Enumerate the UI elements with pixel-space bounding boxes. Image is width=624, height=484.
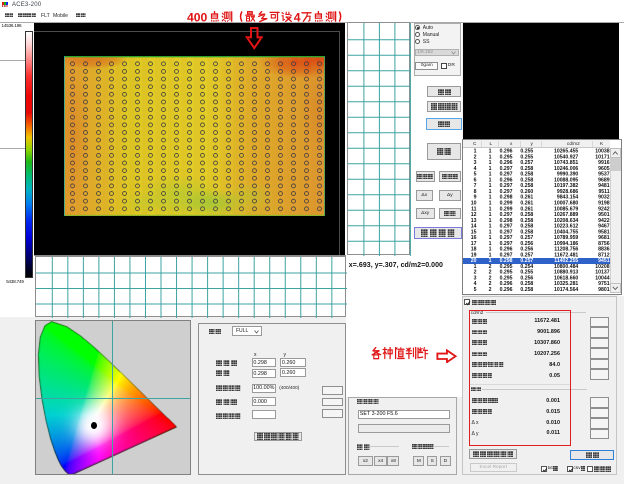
svg-text:4: 4	[293, 11, 300, 24]
svg-text:5: 5	[474, 287, 477, 293]
svg-text:0.296: 0.296	[500, 287, 513, 293]
svg-text:0.258: 0.258	[520, 287, 533, 293]
svg-text:10174.564: 10174.564	[554, 287, 578, 293]
svg-text:9801: 9801	[598, 287, 610, 293]
svg-text:400: 400	[187, 11, 208, 24]
svg-text:2: 2	[489, 287, 492, 293]
